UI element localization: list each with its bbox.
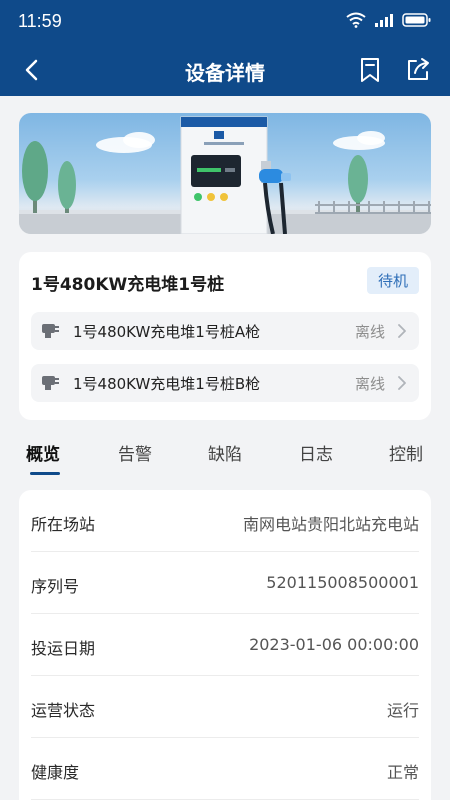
gun-item[interactable]: 1号480KW充电堆1号桩B枪 离线 bbox=[31, 364, 419, 402]
active-tab-indicator bbox=[30, 472, 60, 475]
info-row-operation-status: 运营状态 运行 bbox=[31, 676, 419, 738]
status-icons bbox=[346, 12, 432, 28]
gun-status: 离线 bbox=[354, 375, 385, 393]
info-label: 所在场站 bbox=[31, 515, 96, 534]
info-row-station: 所在场站 南网电站贵阳北站充电站 bbox=[31, 490, 419, 552]
device-banner-image bbox=[19, 113, 431, 234]
tab-bar: 概览 告警 缺陷 日志 控制 bbox=[0, 432, 450, 476]
charging-gun-icon bbox=[42, 376, 59, 390]
tab-logs[interactable]: 日志 bbox=[299, 440, 333, 465]
info-value: 南网电站贵阳北站充电站 bbox=[242, 515, 419, 534]
tab-overview[interactable]: 概览 bbox=[26, 440, 60, 465]
info-value: 520115008500001 bbox=[266, 573, 419, 592]
wifi-icon bbox=[346, 12, 366, 28]
tab-defects[interactable]: 缺陷 bbox=[208, 440, 242, 465]
charging-gun-icon bbox=[42, 324, 59, 338]
info-label: 健康度 bbox=[31, 763, 80, 782]
gun-name: 1号480KW充电堆1号桩A枪 bbox=[73, 323, 261, 341]
nav-bar: 设备详情 bbox=[0, 44, 450, 96]
info-row-serial: 序列号 520115008500001 bbox=[31, 552, 419, 614]
battery-icon bbox=[402, 13, 431, 27]
device-card: 1号480KW充电堆1号桩 待机 1号480KW充电堆1号桩A枪 离线 1号48… bbox=[19, 252, 431, 420]
share-button[interactable] bbox=[404, 56, 432, 84]
share-icon bbox=[408, 58, 429, 80]
chevron-right-icon bbox=[398, 324, 406, 338]
bookmark-button[interactable] bbox=[356, 56, 384, 84]
info-value: 2023-01-06 00:00:00 bbox=[249, 635, 419, 654]
tab-alarms[interactable]: 告警 bbox=[118, 440, 152, 465]
info-row-commission-date: 投运日期 2023-01-06 00:00:00 bbox=[31, 614, 419, 676]
tab-control[interactable]: 控制 bbox=[389, 440, 423, 465]
overview-info-card: 所在场站 南网电站贵阳北站充电站 序列号 520115008500001 投运日… bbox=[19, 490, 431, 800]
gun-status: 离线 bbox=[354, 323, 385, 341]
chevron-right-icon bbox=[398, 376, 406, 390]
info-label: 序列号 bbox=[31, 577, 80, 596]
bookmark-icon bbox=[361, 58, 379, 82]
app-header: 11:59 设备详情 bbox=[0, 0, 450, 96]
info-value: 正常 bbox=[386, 763, 419, 782]
signal-icon bbox=[375, 14, 393, 27]
info-row-health: 健康度 正常 bbox=[31, 738, 419, 800]
status-time: 11:59 bbox=[18, 11, 62, 31]
device-name: 1号480KW充电堆1号桩 bbox=[31, 275, 225, 295]
info-value: 运行 bbox=[386, 701, 419, 720]
charging-station-illustration bbox=[19, 116, 431, 234]
status-bar: 11:59 bbox=[0, 0, 450, 44]
info-label: 运营状态 bbox=[31, 701, 96, 720]
status-badge: 待机 bbox=[366, 267, 419, 294]
info-label: 投运日期 bbox=[31, 639, 96, 658]
gun-name: 1号480KW充电堆1号桩B枪 bbox=[73, 375, 261, 393]
gun-item[interactable]: 1号480KW充电堆1号桩A枪 离线 bbox=[31, 312, 419, 350]
